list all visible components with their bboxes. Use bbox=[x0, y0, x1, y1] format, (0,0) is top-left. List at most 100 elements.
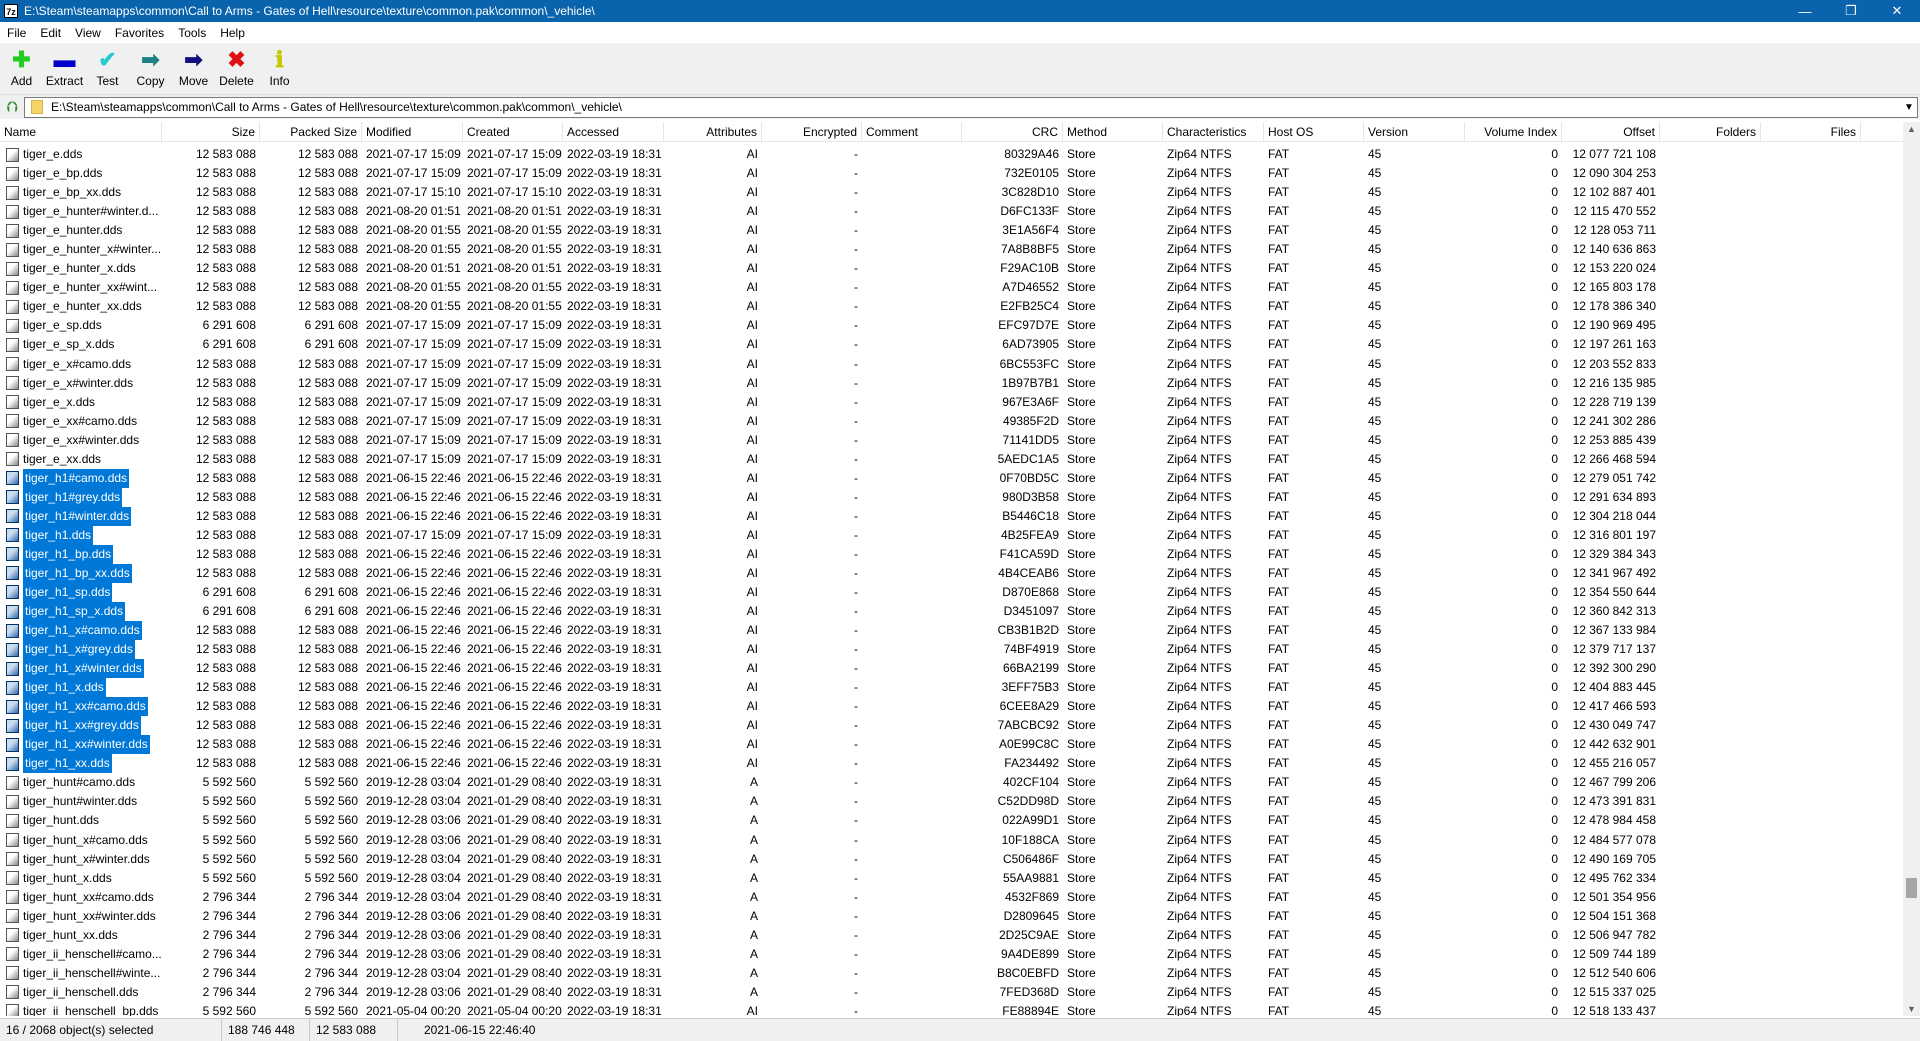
cell-offset: 12 197 261 163 bbox=[1572, 337, 1656, 352]
table-row[interactable]: tiger_h1_sp_x.dds 6 291 608 6 291 608 2021-… bbox=[0, 602, 1903, 621]
table-row[interactable]: tiger_hunt_x#winter.dds 5 592 560 5 592 56… bbox=[0, 850, 1903, 869]
scroll-down-icon[interactable]: ▼ bbox=[1903, 1004, 1920, 1014]
cell-folders bbox=[1660, 583, 1761, 602]
column-header-volume-index[interactable]: Volume Index bbox=[1465, 122, 1562, 141]
info-button[interactable]: ℹ Info bbox=[258, 43, 301, 94]
column-header-size[interactable]: Size bbox=[162, 122, 260, 141]
table-row[interactable]: tiger_e_x#winter.dds 12 583 088 12 583 088… bbox=[0, 374, 1903, 393]
cell-version: 45 bbox=[1368, 680, 1382, 695]
table-row[interactable]: tiger_hunt.dds 5 592 560 5 592 560 2019-12-… bbox=[0, 811, 1903, 830]
menu-file[interactable]: File bbox=[0, 26, 33, 40]
column-header-created[interactable]: Created bbox=[463, 122, 563, 141]
table-row[interactable]: tiger_hunt_xx.dds 2 796 344 2 796 344 2019-… bbox=[0, 926, 1903, 945]
cell-size: 12 583 088 bbox=[195, 489, 256, 504]
column-header-name[interactable]: Name bbox=[0, 122, 162, 141]
column-header-modified[interactable]: Modified bbox=[362, 122, 463, 141]
column-header-accessed[interactable]: Accessed bbox=[563, 122, 664, 141]
menu-view[interactable]: View bbox=[68, 26, 108, 40]
menu-tools[interactable]: Tools bbox=[171, 26, 213, 40]
cell-accessed: 2022-03-19 18:31 bbox=[567, 337, 662, 352]
table-row[interactable]: tiger_e_xx.dds 12 583 088 12 583 088 2021-0… bbox=[0, 450, 1903, 469]
table-row[interactable]: tiger_e_sp.dds 6 291 608 6 291 608 2021-07-… bbox=[0, 316, 1903, 335]
table-row[interactable]: tiger_hunt#winter.dds 5 592 560 5 592 560 2… bbox=[0, 792, 1903, 811]
table-row[interactable]: tiger_e_bp.dds 12 583 088 12 583 088 2021-0… bbox=[0, 164, 1903, 183]
cell-crc: 9A4DE899 bbox=[1000, 946, 1059, 961]
table-row[interactable]: tiger_hunt_x.dds 5 592 560 5 592 560 2019-1… bbox=[0, 869, 1903, 888]
cell-packed-size: 5 592 560 bbox=[304, 794, 358, 809]
column-header-folders[interactable]: Folders bbox=[1660, 122, 1761, 141]
close-button[interactable]: ✕ bbox=[1874, 3, 1920, 19]
column-header-version[interactable]: Version bbox=[1364, 122, 1465, 141]
chevron-down-icon[interactable]: ▼ bbox=[1901, 102, 1917, 113]
vertical-scrollbar[interactable]: ▲ ▼ bbox=[1903, 122, 1920, 1016]
table-row[interactable]: tiger_h1_bp_xx.dds 12 583 088 12 583 088 20… bbox=[0, 563, 1903, 583]
table-row[interactable]: tiger_e_hunter_x#winter... 12 583 088 12 5… bbox=[0, 240, 1903, 259]
table-row[interactable]: tiger_e_hunter_xx.dds 12 583 088 12 583 08… bbox=[0, 297, 1903, 316]
table-row[interactable]: tiger_e_hunter_xx#wint... 12 583 088 12 58… bbox=[0, 278, 1903, 297]
column-header-comment[interactable]: Comment bbox=[862, 122, 962, 141]
cell-attributes: AI bbox=[746, 223, 758, 238]
table-row[interactable]: tiger_h1_x#winter.dds 12 583 088 12 583 08… bbox=[0, 659, 1903, 679]
menu-edit[interactable]: Edit bbox=[33, 26, 68, 40]
table-row[interactable]: tiger_ii_henschell_bp.dds 5 592 560 5 592 … bbox=[0, 1002, 1903, 1016]
table-row[interactable]: tiger_h1#winter.dds 12 583 088 12 583 088 2… bbox=[0, 506, 1903, 526]
table-row[interactable]: tiger_e_bp_xx.dds 12 583 088 12 583 088 202… bbox=[0, 183, 1903, 202]
table-row[interactable]: tiger_h1_x#camo.dds 12 583 088 12 583 088 2… bbox=[0, 621, 1903, 640]
table-row[interactable]: tiger_h1.dds 12 583 088 12 583 088 2021-07-… bbox=[0, 525, 1903, 545]
add-button[interactable]: ✚ Add bbox=[0, 43, 43, 94]
column-header-attributes[interactable]: Attributes bbox=[664, 122, 762, 141]
column-header-characteristics[interactable]: Characteristics bbox=[1163, 122, 1264, 141]
table-row[interactable]: tiger_hunt_xx#camo.dds 2 796 344 2 796 344… bbox=[0, 888, 1903, 907]
copy-button[interactable]: ➡ Copy bbox=[129, 43, 172, 94]
table-row[interactable]: tiger_e_sp_x.dds 6 291 608 6 291 608 2021-0… bbox=[0, 335, 1903, 354]
table-row[interactable]: tiger_e_hunter_x.dds 12 583 088 12 583 088… bbox=[0, 259, 1903, 278]
table-row[interactable]: tiger_h1_x#grey.dds 12 583 088 12 583 088 2… bbox=[0, 640, 1903, 660]
scroll-up-icon[interactable]: ▲ bbox=[1903, 124, 1920, 134]
table-row[interactable]: tiger_h1_xx#winter.dds 12 583 088 12 583 0… bbox=[0, 735, 1903, 755]
table-row[interactable]: tiger_hunt_x#camo.dds 5 592 560 5 592 560 2… bbox=[0, 831, 1903, 850]
table-row[interactable]: tiger_e_x#camo.dds 12 583 088 12 583 088 20… bbox=[0, 355, 1903, 374]
cell-attributes: AI bbox=[746, 489, 758, 504]
table-row[interactable]: tiger_e_xx#winter.dds 12 583 088 12 583 08… bbox=[0, 431, 1903, 450]
restore-button[interactable]: ❐ bbox=[1828, 3, 1874, 19]
table-row[interactable]: tiger_ii_henschell.dds 2 796 344 2 796 344… bbox=[0, 983, 1903, 1002]
table-row[interactable]: tiger_h1_xx.dds 12 583 088 12 583 088 2021-… bbox=[0, 754, 1903, 774]
table-row[interactable]: tiger_hunt_xx#winter.dds 2 796 344 2 796 3… bbox=[0, 907, 1903, 926]
menu-favorites[interactable]: Favorites bbox=[108, 26, 171, 40]
column-header-encrypted[interactable]: Encrypted bbox=[762, 122, 862, 141]
table-row[interactable]: tiger_e_x.dds 12 583 088 12 583 088 2021-07… bbox=[0, 393, 1903, 412]
minimize-button[interactable]: — bbox=[1782, 4, 1828, 19]
cell-crc: 1B97B7B1 bbox=[1001, 375, 1059, 390]
column-header-files[interactable]: Files bbox=[1761, 122, 1861, 141]
up-folder-icon[interactable]: ⮉ bbox=[0, 99, 24, 116]
delete-button[interactable]: ✖ Delete bbox=[215, 43, 258, 94]
table-row[interactable]: tiger_e_hunter#winter.d... 12 583 088 12 5… bbox=[0, 202, 1903, 221]
column-header-packed-size[interactable]: Packed Size bbox=[260, 122, 362, 141]
table-row[interactable]: tiger_h1#grey.dds 12 583 088 12 583 088 202… bbox=[0, 487, 1903, 507]
cell-name: tiger_hunt_x.dds bbox=[0, 869, 162, 888]
column-header-method[interactable]: Method bbox=[1063, 122, 1163, 141]
scrollbar-thumb[interactable] bbox=[1906, 878, 1917, 898]
table-row[interactable]: tiger_h1_x.dds 12 583 088 12 583 088 2021-0… bbox=[0, 678, 1903, 698]
extract-button[interactable]: ▬ Extract bbox=[43, 43, 86, 94]
table-row[interactable]: tiger_e_xx#camo.dds 12 583 088 12 583 088 2… bbox=[0, 412, 1903, 431]
move-button[interactable]: ➡ Move bbox=[172, 43, 215, 94]
table-row[interactable]: tiger_ii_henschell#camo... 2 796 344 2 796… bbox=[0, 945, 1903, 964]
table-row[interactable]: tiger_e_hunter.dds 12 583 088 12 583 088 20… bbox=[0, 221, 1903, 240]
table-row[interactable]: tiger_h1_bp.dds 12 583 088 12 583 088 2021-… bbox=[0, 544, 1903, 564]
table-row[interactable]: tiger_hunt#camo.dds 5 592 560 5 592 560 201… bbox=[0, 773, 1903, 792]
cell-attributes: AI bbox=[746, 1003, 758, 1016]
table-row[interactable]: tiger_h1_sp.dds 6 291 608 6 291 608 2021-06… bbox=[0, 582, 1903, 602]
column-header-crc[interactable]: CRC bbox=[962, 122, 1063, 141]
table-row[interactable]: tiger_ii_henschell#winte... 2 796 344 2 79… bbox=[0, 964, 1903, 983]
table-row[interactable]: tiger_e.dds 12 583 088 12 583 088 2021-07-1… bbox=[0, 145, 1903, 164]
column-header-offset[interactable]: Offset bbox=[1562, 122, 1660, 141]
table-row[interactable]: tiger_h1_xx#camo.dds 12 583 088 12 583 088… bbox=[0, 697, 1903, 717]
test-button[interactable]: ✔ Test bbox=[86, 43, 129, 94]
column-header-host-os[interactable]: Host OS bbox=[1264, 122, 1364, 141]
cell-folders bbox=[1660, 202, 1761, 221]
table-row[interactable]: tiger_h1#camo.dds 12 583 088 12 583 088 202… bbox=[0, 468, 1903, 488]
menu-help[interactable]: Help bbox=[213, 26, 252, 40]
table-row[interactable]: tiger_h1_xx#grey.dds 12 583 088 12 583 088… bbox=[0, 716, 1903, 736]
address-input[interactable]: E:\Steam\steamapps\common\Call to Arms -… bbox=[24, 96, 1918, 118]
